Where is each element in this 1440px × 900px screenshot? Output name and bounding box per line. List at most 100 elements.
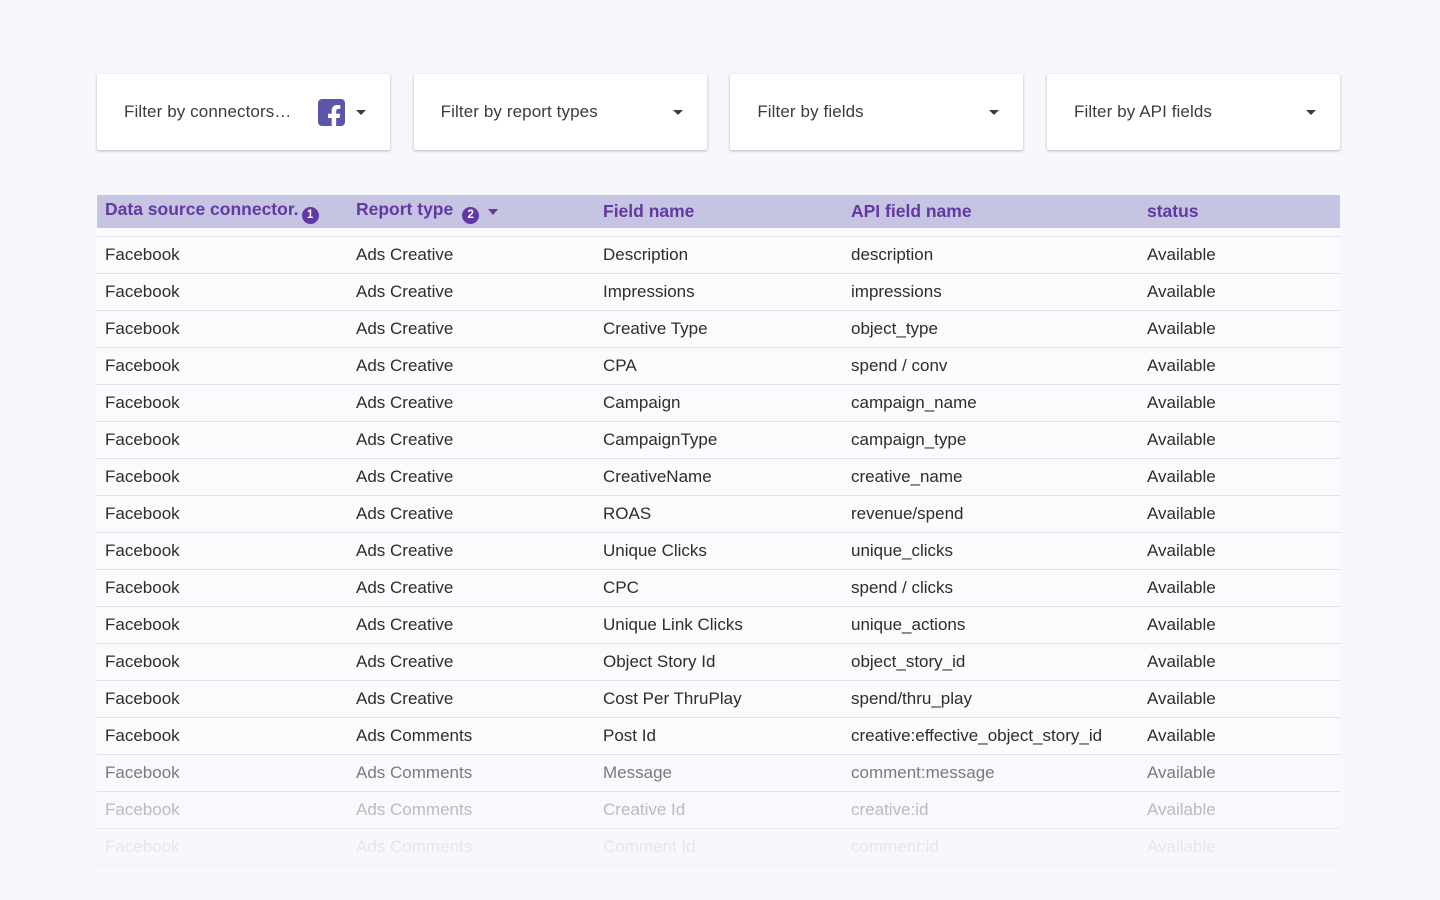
cell-api_field_name: unique_clicks xyxy=(843,533,1139,570)
filter-api-fields[interactable]: Filter by API fields xyxy=(1047,74,1340,150)
cell-field_name: Creative Id xyxy=(595,792,843,829)
cell-field_name: CreativeName xyxy=(595,459,843,496)
cell-status: Available xyxy=(1139,459,1340,496)
cell-connector: Facebook xyxy=(97,792,348,829)
cell-connector: Facebook xyxy=(97,422,348,459)
cell-status: Available xyxy=(1139,274,1340,311)
filter-report-types-label: Filter by report types xyxy=(441,102,673,122)
cell-api_field_name: creative_name xyxy=(843,459,1139,496)
filter-fields[interactable]: Filter by fields xyxy=(730,74,1023,150)
cell-api_field_name: revenue/spend xyxy=(843,496,1139,533)
fields-table: Data source connector.1 Report type2 Fie… xyxy=(97,195,1340,866)
cell-api_field_name: comment:id xyxy=(843,829,1139,866)
table-row: FacebookAds CreativeUnique Link Clicksun… xyxy=(97,607,1340,644)
cell-api_field_name: creative:effective_object_story_id xyxy=(843,718,1139,755)
cell-field_name: ROAS xyxy=(595,496,843,533)
table-header: Data source connector.1 Report type2 Fie… xyxy=(97,195,1340,237)
table-row: FacebookAds CreativeUnique Clicksunique_… xyxy=(97,533,1340,570)
cell-field_name: CPA xyxy=(595,348,843,385)
cell-report_type: Ads Creative xyxy=(348,237,595,274)
cell-report_type: Ads Creative xyxy=(348,422,595,459)
cell-api_field_name: description xyxy=(843,237,1139,274)
column-header-connector[interactable]: Data source connector.1 xyxy=(97,195,348,228)
cell-connector: Facebook xyxy=(97,348,348,385)
cell-api_field_name: spend/thru_play xyxy=(843,681,1139,718)
cell-status: Available xyxy=(1139,237,1340,274)
cell-connector: Facebook xyxy=(97,718,348,755)
cell-report_type: Ads Comments xyxy=(348,718,595,755)
cell-report_type: Ads Creative xyxy=(348,274,595,311)
header-spacer xyxy=(97,228,1340,237)
chevron-down-icon xyxy=(989,110,999,115)
cell-api_field_name: creative:id xyxy=(843,792,1139,829)
filter-report-types[interactable]: Filter by report types xyxy=(414,74,707,150)
cell-api_field_name: spend / clicks xyxy=(843,570,1139,607)
cell-report_type: Ads Creative xyxy=(348,496,595,533)
filter-connectors-label: Filter by connectors… xyxy=(124,102,318,122)
cell-api_field_name: impressions xyxy=(843,274,1139,311)
cell-api_field_name: campaign_name xyxy=(843,385,1139,422)
cell-connector: Facebook xyxy=(97,311,348,348)
table-row: FacebookAds CreativeROASrevenue/spendAva… xyxy=(97,496,1340,533)
cell-connector: Facebook xyxy=(97,607,348,644)
cell-api_field_name: comment:message xyxy=(843,755,1139,792)
table-row: FacebookAds CommentsComment Idcomment:id… xyxy=(97,829,1340,866)
table-row: FacebookAds CreativeCreativeNamecreative… xyxy=(97,459,1340,496)
cell-api_field_name: object_story_id xyxy=(843,644,1139,681)
column-header-field-name[interactable]: Field name xyxy=(595,195,843,228)
cell-connector: Facebook xyxy=(97,459,348,496)
cell-report_type: Ads Creative xyxy=(348,459,595,496)
table-row: FacebookAds CreativeCost Per ThruPlayspe… xyxy=(97,681,1340,718)
cell-field_name: Cost Per ThruPlay xyxy=(595,681,843,718)
cell-api_field_name: object_type xyxy=(843,311,1139,348)
cell-report_type: Ads Creative xyxy=(348,348,595,385)
cell-field_name: Comment Id xyxy=(595,829,843,866)
column-header-status[interactable]: status xyxy=(1139,195,1340,228)
cell-connector: Facebook xyxy=(97,274,348,311)
filter-api-fields-label: Filter by API fields xyxy=(1074,102,1306,122)
filter-bar: Filter by connectors… Filter by report t… xyxy=(97,74,1340,150)
info-badge-1: 1 xyxy=(302,207,319,224)
cell-field_name: CPC xyxy=(595,570,843,607)
table-row: FacebookAds CreativeDescriptiondescripti… xyxy=(97,237,1340,274)
column-header-report-type[interactable]: Report type2 xyxy=(348,195,595,228)
table-row: FacebookAds CreativeCreative Typeobject_… xyxy=(97,311,1340,348)
info-badge-2: 2 xyxy=(462,207,479,224)
cell-field_name: Unique Clicks xyxy=(595,533,843,570)
cell-report_type: Ads Creative xyxy=(348,533,595,570)
table-body: FacebookAds CreativeDescriptiondescripti… xyxy=(97,237,1340,866)
table-row: FacebookAds CommentsPost Idcreative:effe… xyxy=(97,718,1340,755)
chevron-down-icon xyxy=(673,110,683,115)
table-row: FacebookAds CommentsCreative Idcreative:… xyxy=(97,792,1340,829)
cell-connector: Facebook xyxy=(97,755,348,792)
cell-api_field_name: unique_actions xyxy=(843,607,1139,644)
cell-report_type: Ads Creative xyxy=(348,385,595,422)
cell-status: Available xyxy=(1139,829,1340,866)
cell-status: Available xyxy=(1139,681,1340,718)
table-row: FacebookAds CreativeCampaigncampaign_nam… xyxy=(97,385,1340,422)
cell-api_field_name: campaign_type xyxy=(843,422,1139,459)
table-row: FacebookAds CreativeObject Story Idobjec… xyxy=(97,644,1340,681)
page: Filter by connectors… Filter by report t… xyxy=(0,0,1440,900)
table-row: FacebookAds CreativeCPCspend / clicksAva… xyxy=(97,570,1340,607)
cell-field_name: CampaignType xyxy=(595,422,843,459)
cell-connector: Facebook xyxy=(97,533,348,570)
cell-field_name: Message xyxy=(595,755,843,792)
cell-field_name: Unique Link Clicks xyxy=(595,607,843,644)
column-header-api-field-name[interactable]: API field name xyxy=(843,195,1139,228)
filter-fields-label: Filter by fields xyxy=(757,102,989,122)
cell-status: Available xyxy=(1139,718,1340,755)
table-row: FacebookAds CreativeCPAspend / convAvail… xyxy=(97,348,1340,385)
cell-status: Available xyxy=(1139,570,1340,607)
cell-field_name: Object Story Id xyxy=(595,644,843,681)
cell-status: Available xyxy=(1139,607,1340,644)
cell-connector: Facebook xyxy=(97,237,348,274)
filter-connectors[interactable]: Filter by connectors… xyxy=(97,74,390,150)
cell-status: Available xyxy=(1139,311,1340,348)
cell-report_type: Ads Creative xyxy=(348,681,595,718)
chevron-down-icon xyxy=(356,110,366,115)
table-row: FacebookAds CreativeCampaignTypecampaign… xyxy=(97,422,1340,459)
table-row: FacebookAds CommentsMessagecomment:messa… xyxy=(97,755,1340,792)
cell-status: Available xyxy=(1139,792,1340,829)
cell-field_name: Campaign xyxy=(595,385,843,422)
